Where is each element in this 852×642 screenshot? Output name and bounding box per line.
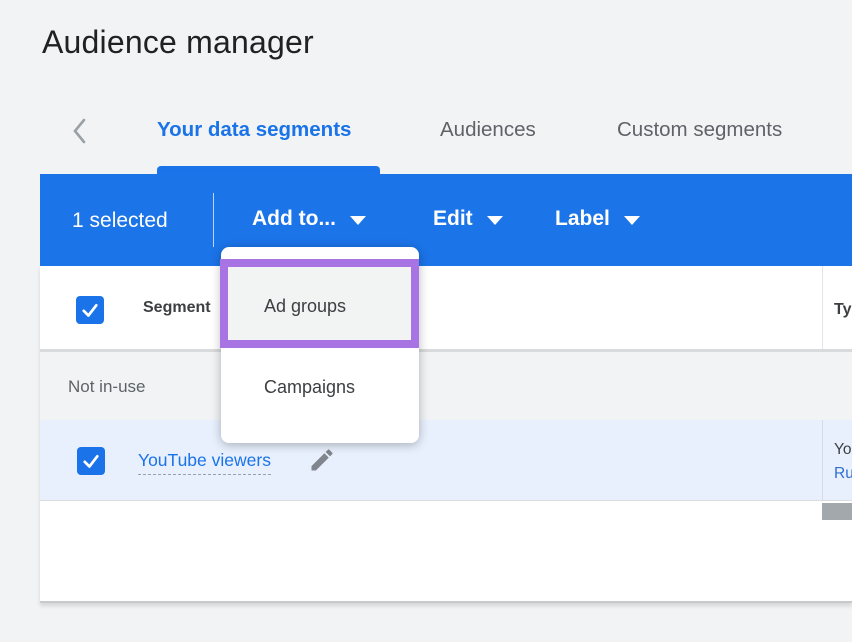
bulk-action-bar: 1 selected Add to... Edit Label <box>40 174 852 266</box>
selection-count: 1 selected <box>72 209 168 233</box>
label-menu-label: Label <box>555 207 610 231</box>
edit-menu-button[interactable]: Edit <box>433 207 503 231</box>
caret-down-icon <box>487 216 503 225</box>
type-cell-line2: Ru <box>834 465 852 483</box>
add-to-menu-label: Add to... <box>252 207 336 231</box>
dropdown-item-ad-groups[interactable]: Ad groups <box>264 296 346 317</box>
column-divider <box>822 266 823 349</box>
table-header-row: Segment Ty <box>40 266 852 352</box>
tab-your-data-segments[interactable]: Your data segments <box>157 118 351 142</box>
checkmark-icon <box>80 450 102 472</box>
row-checkbox[interactable] <box>77 447 105 475</box>
select-all-checkbox[interactable] <box>76 296 104 324</box>
action-bar-divider <box>213 193 214 247</box>
type-column-header: Ty <box>834 301 851 319</box>
column-divider <box>822 420 823 500</box>
scrollbar-thumb[interactable] <box>822 503 852 520</box>
edit-menu-label: Edit <box>433 207 473 231</box>
chevron-left-icon <box>68 116 94 146</box>
table-row: YouTube viewers Yo Ru <box>40 420 852 501</box>
caret-down-icon <box>350 216 366 225</box>
label-menu-button[interactable]: Label <box>555 207 640 231</box>
group-label: Not in-use <box>68 377 145 397</box>
tab-custom-segments[interactable]: Custom segments <box>617 118 782 142</box>
add-to-menu-button[interactable]: Add to... <box>252 207 366 231</box>
back-button[interactable] <box>68 116 94 146</box>
tab-audiences[interactable]: Audiences <box>440 118 536 142</box>
caret-down-icon <box>624 216 640 225</box>
pencil-icon <box>308 446 336 474</box>
page-title: Audience manager <box>42 24 314 61</box>
type-cell-line1: Yo <box>834 441 852 459</box>
group-header-row: Not in-use <box>40 352 852 420</box>
segment-name-link[interactable]: YouTube viewers <box>138 450 271 475</box>
checkmark-icon <box>79 299 101 321</box>
segment-column-header: Segment <box>143 299 211 317</box>
active-tab-indicator <box>157 166 380 174</box>
audience-manager-screen: Audience manager Your data segments Audi… <box>0 0 852 642</box>
edit-segment-button[interactable] <box>308 446 338 476</box>
dropdown-item-campaigns[interactable]: Campaigns <box>264 377 355 398</box>
